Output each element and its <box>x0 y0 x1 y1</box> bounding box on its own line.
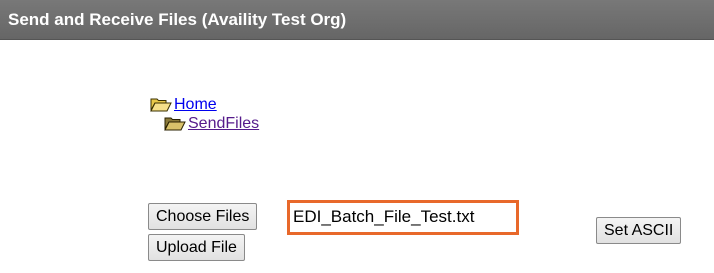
tree-item-sendfiles[interactable]: SendFiles <box>164 114 259 133</box>
send-receive-files-panel: Send and Receive Files (Availity Test Or… <box>0 0 714 273</box>
panel-header: Send and Receive Files (Availity Test Or… <box>0 0 714 40</box>
folder-tree: Home SendFiles <box>150 95 259 133</box>
choose-files-button[interactable]: Choose Files <box>148 203 258 230</box>
tree-link-sendfiles[interactable]: SendFiles <box>188 115 259 133</box>
open-folder-icon <box>164 116 186 131</box>
panel-title: Send and Receive Files (Availity Test Or… <box>8 10 347 29</box>
tree-link-home[interactable]: Home <box>174 96 217 114</box>
upload-file-button[interactable]: Upload File <box>148 234 245 261</box>
selected-file-name: EDI_Batch_File_Test.txt <box>287 200 519 235</box>
open-folder-icon <box>150 97 172 112</box>
tree-item-home[interactable]: Home <box>150 95 259 114</box>
set-ascii-button[interactable]: Set ASCII <box>596 217 682 244</box>
